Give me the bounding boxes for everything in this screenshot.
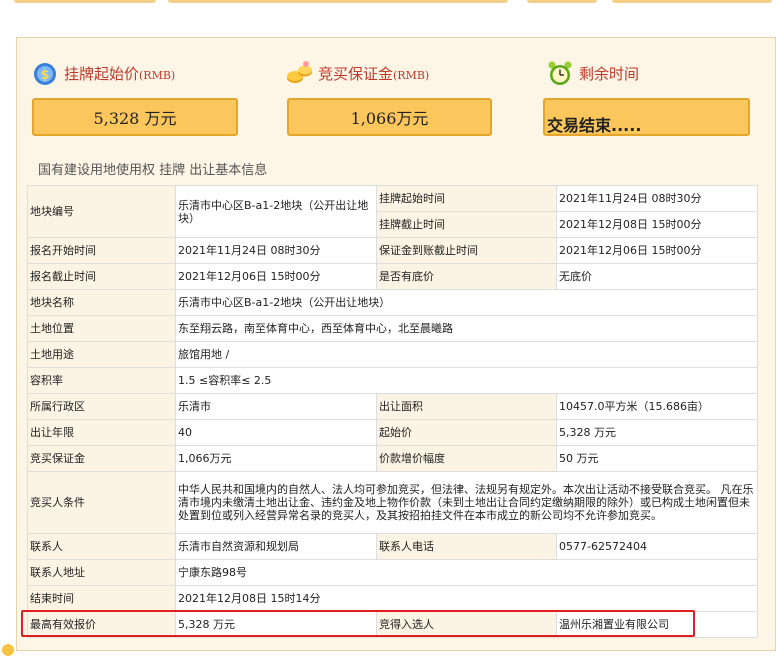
table-value: 中华人民共和国境内的自然人、法人均可参加竞买，但法律、法规另有规定外。本次出让活… xyxy=(175,471,758,534)
coins-icon xyxy=(286,60,312,86)
top-tab-stub xyxy=(527,0,597,3)
table-key: 所属行政区 xyxy=(27,393,176,420)
table-row: 联系人 乐清市自然资源和规划局 联系人电话 0577-62572404 xyxy=(27,533,758,560)
table-key: 竞买人条件 xyxy=(27,471,176,534)
table-key: 起始价 xyxy=(376,419,557,446)
table-value: 旅馆用地 / xyxy=(175,341,758,368)
start-price-value: 5,328 万元 xyxy=(32,98,238,136)
table-value: 宁康东路98号 xyxy=(175,559,758,586)
table-row: 结束时间 2021年12月08日 15时14分 xyxy=(27,585,758,612)
table-value: 2021年11月24日 08时30分 xyxy=(556,185,758,212)
table-row: 容积率 1.5 ≤容积率≤ 2.5 xyxy=(27,367,758,394)
section-title: 国有建设用地使用权 挂牌 出让基本信息 xyxy=(38,163,268,178)
table-key: 联系人电话 xyxy=(376,533,557,560)
table-value: 2021年12月08日 15时00分 xyxy=(556,211,758,238)
top-tab-stub xyxy=(168,0,508,3)
table-value: 1.5 ≤容积率≤ 2.5 xyxy=(175,367,758,394)
table-key: 地块名称 xyxy=(27,289,176,316)
table-key: 联系人地址 xyxy=(27,559,176,586)
table-value: 乐清市自然资源和规划局 xyxy=(175,533,377,560)
table-value: 5,328 万元 xyxy=(556,419,758,446)
table-value: 东至翔云路，南至体育中心，西至体育中心，北至晨曦路 xyxy=(175,315,758,342)
table-row: 竞买保证金 1,066万元 价款增价幅度 50 万元 xyxy=(27,445,758,472)
table-key: 容积率 xyxy=(27,367,176,394)
table-row: 所属行政区 乐清市 出让面积 10457.0平方米（15.686亩） xyxy=(27,393,758,420)
table-key: 是否有底价 xyxy=(376,263,557,290)
table-key: 报名开始时间 xyxy=(27,237,176,264)
table-value: 乐清市 xyxy=(175,393,377,420)
time-left-value: 交易结束..... xyxy=(543,98,750,136)
table-row: 土地位置 东至翔云路，南至体育中心，西至体育中心，北至晨曦路 xyxy=(27,315,758,342)
table-value: 0577-62572404 xyxy=(556,533,758,560)
table-value: 1,066万元 xyxy=(175,445,377,472)
money-bag-icon: $ xyxy=(32,60,58,86)
alarm-clock-icon xyxy=(547,60,573,86)
table-key: 结束时间 xyxy=(27,585,176,612)
table-value: 2021年12月08日 15时14分 xyxy=(175,585,758,612)
cut-off-content xyxy=(30,645,776,651)
table-key: 联系人 xyxy=(27,533,176,560)
time-left-header: 剩余时间 xyxy=(547,57,639,89)
table-value: 40 xyxy=(175,419,377,446)
deposit-value: 1,066万元 xyxy=(287,98,492,136)
table-value: 2021年11月24日 08时30分 xyxy=(175,237,377,264)
table-value: 10457.0平方米（15.686亩） xyxy=(556,393,758,420)
top-tab-stub xyxy=(612,0,772,3)
table-value: 乐清市中心区B-a1-2地块（公开出让地块） xyxy=(175,289,758,316)
table-key: 地块编号 xyxy=(27,185,176,238)
land-info-table: 地块编号 乐清市中心区B-a1-2地块（公开出让地块） 挂牌起始时间 2021年… xyxy=(27,185,758,638)
table-row: 报名开始时间 2021年11月24日 08时30分 保证金到账截止时间 2021… xyxy=(27,237,758,264)
table-key: 土地用途 xyxy=(27,341,176,368)
table-row: 出让年限 40 起始价 5,328 万元 xyxy=(27,419,758,446)
table-row: 竞买人条件 中华人民共和国境内的自然人、法人均可参加竞买，但法律、法规另有规定外… xyxy=(27,471,758,534)
table-key: 出让年限 xyxy=(27,419,176,446)
table-key: 报名截止时间 xyxy=(27,263,176,290)
table-key: 出让面积 xyxy=(376,393,557,420)
table-row: 地块编号 乐清市中心区B-a1-2地块（公开出让地块） 挂牌起始时间 2021年… xyxy=(27,185,758,238)
table-value: 2021年12月06日 15时00分 xyxy=(556,237,758,264)
table-key: 竞买保证金 xyxy=(27,445,176,472)
table-key: 挂牌起始时间 xyxy=(376,185,557,212)
deposit-header: 竞买保证金(RMB) xyxy=(286,57,429,89)
table-value: 50 万元 xyxy=(556,445,758,472)
table-row: 地块名称 乐清市中心区B-a1-2地块（公开出让地块） xyxy=(27,289,758,316)
table-value: 2021年12月06日 15时00分 xyxy=(175,263,377,290)
table-row: 联系人地址 宁康东路98号 xyxy=(27,559,758,586)
table-row: 报名截止时间 2021年12月06日 15时00分 是否有底价 无底价 xyxy=(27,263,758,290)
table-key: 挂牌截止时间 xyxy=(376,211,557,238)
result-highlight-box xyxy=(21,610,695,637)
svg-text:$: $ xyxy=(40,68,49,83)
table-row: 土地用途 旅馆用地 / xyxy=(27,341,758,368)
table-key: 保证金到账截止时间 xyxy=(376,237,557,264)
top-tab-stub xyxy=(14,0,156,3)
start-price-header: $ 挂牌起始价(RMB) xyxy=(32,57,175,89)
table-value: 乐清市中心区B-a1-2地块（公开出让地块） xyxy=(175,185,377,238)
table-key: 土地位置 xyxy=(27,315,176,342)
info-icon xyxy=(2,644,14,656)
table-key: 价款增价幅度 xyxy=(376,445,557,472)
table-value: 无底价 xyxy=(556,263,758,290)
